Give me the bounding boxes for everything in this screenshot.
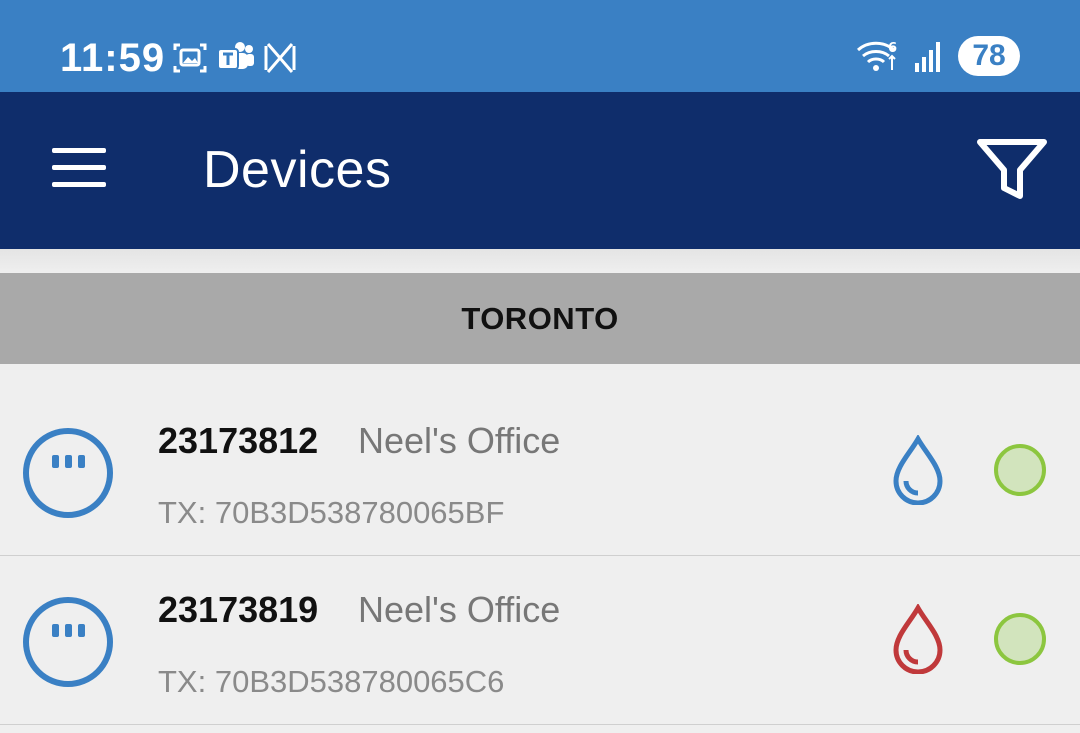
svg-text:6: 6 xyxy=(888,41,897,56)
page-title: Devices xyxy=(203,141,392,199)
hamburger-menu-icon[interactable] xyxy=(48,148,110,194)
app-x-icon xyxy=(264,43,296,73)
device-name: Neel's Office xyxy=(358,420,561,461)
device-row[interactable]: 23173812 Neel's Office TX: 70B3D53878006… xyxy=(0,387,1080,556)
water-drop-icon xyxy=(893,435,943,505)
water-drop-icon xyxy=(893,604,943,674)
status-indicator xyxy=(994,444,1046,496)
app-bar-shadow xyxy=(0,249,1080,273)
device-sensor-icon xyxy=(23,597,113,687)
device-id: 23173819 xyxy=(158,589,319,630)
screenshot-icon xyxy=(173,43,207,73)
status-bar: 11:59 6 78 xyxy=(0,0,1080,92)
status-time: 11:59 xyxy=(60,36,166,80)
status-icons-right: 6 78 xyxy=(856,36,1020,76)
section-header-toronto: TORONTO xyxy=(0,273,1080,364)
device-row[interactable]: 23173819 Neel's Office TX: 70B3D53878006… xyxy=(0,556,1080,725)
device-sensor-icon xyxy=(23,428,113,518)
device-tx: TX: 70B3D538780065C6 xyxy=(158,664,505,699)
battery-icon: 78 xyxy=(958,36,1020,76)
status-indicator xyxy=(994,613,1046,665)
device-id: 23173812 xyxy=(158,420,319,461)
app-bar: Devices xyxy=(0,92,1080,249)
teams-icon xyxy=(217,42,254,70)
device-name: Neel's Office xyxy=(358,589,561,630)
status-icons-left xyxy=(172,40,298,76)
signal-icon xyxy=(915,42,940,72)
filter-icon[interactable] xyxy=(976,138,1048,202)
wifi-6-icon: 6 xyxy=(856,41,897,71)
device-tx: TX: 70B3D538780065BF xyxy=(158,495,505,530)
